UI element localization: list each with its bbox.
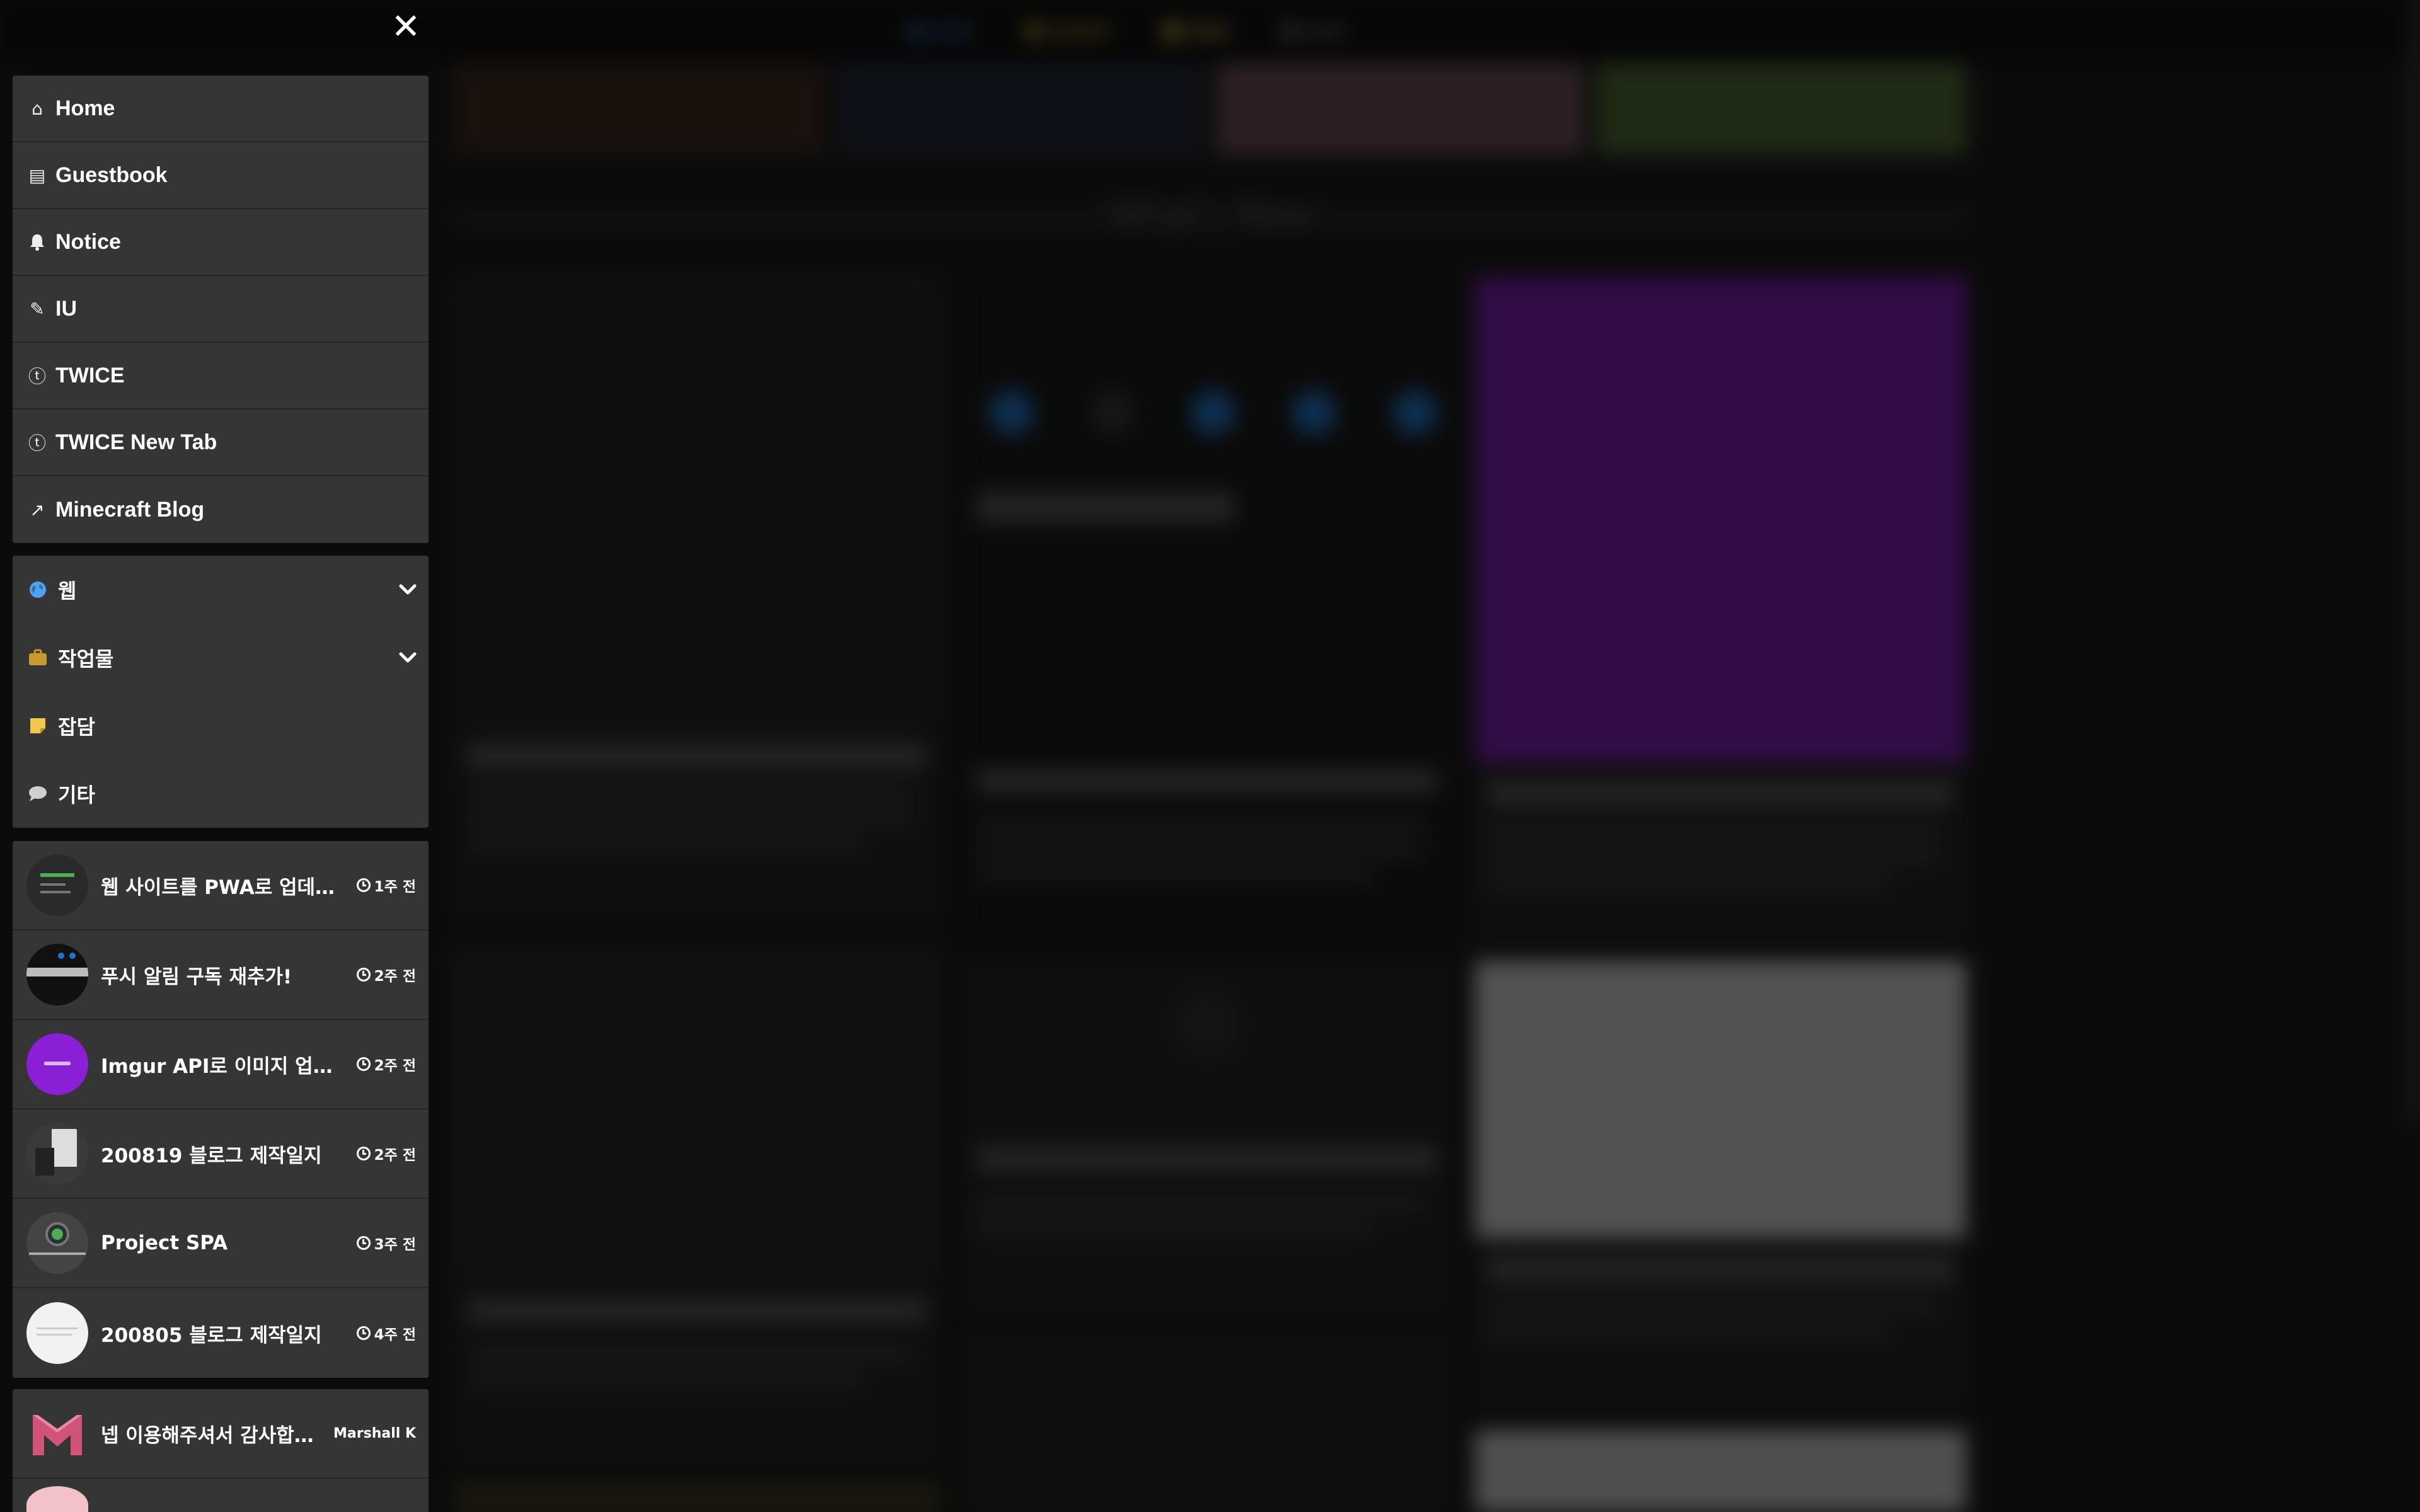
- post-title: 푸시 알림 구독 재추가!: [101, 965, 292, 988]
- category-label: 잡담: [58, 715, 95, 739]
- briefcase-icon: [26, 646, 49, 669]
- menu-item-twice[interactable]: ⓣ TWICE: [13, 343, 429, 410]
- post-time: 1주 전: [356, 874, 416, 896]
- post-title: Project SPA: [101, 1232, 228, 1254]
- menu-label: Guestbook: [55, 163, 168, 187]
- menu-item-home[interactable]: ⌂ Home: [13, 76, 429, 142]
- recent-post-item[interactable]: Project SPA 3주 전: [13, 1199, 429, 1288]
- clock-icon: [356, 1326, 371, 1340]
- clock-icon: [356, 1057, 371, 1071]
- recent-post-item[interactable]: Imgur API로 이미지 업로… 2주 전: [13, 1020, 429, 1109]
- post-thumbnail: [26, 1212, 88, 1274]
- post-time: 2주 전: [356, 964, 416, 985]
- category-item-etc[interactable]: 기타: [13, 760, 429, 828]
- post-title: 200805 블로그 제작일지: [101, 1324, 322, 1347]
- clock-icon: [356, 878, 371, 892]
- post-title: 200819 블로그 제작일지: [101, 1144, 322, 1167]
- post-title: 웹 사이트를 PWA로 업데…: [101, 876, 335, 899]
- page: ● ▬▬ ■ ▬▬▬ ■ ▬▬ ● ▬▬ What's New ✕ ⌂ Home…: [0, 0, 2420, 1512]
- post-time: 3주 전: [356, 1232, 416, 1254]
- menu-item-iu[interactable]: ✎ IU: [13, 276, 429, 343]
- clock-icon: [356, 1147, 371, 1160]
- post-time: 4주 전: [356, 1322, 416, 1344]
- sticky-note-icon: [26, 714, 49, 737]
- commenter-avatar: [26, 1486, 88, 1512]
- post-thumbnail: [26, 854, 88, 916]
- post-time: 2주 전: [356, 1053, 416, 1075]
- menu-item-guestbook[interactable]: ▤ Guestbook: [13, 142, 429, 209]
- recent-post-item[interactable]: 웹 사이트를 PWA로 업데… 1주 전: [13, 841, 429, 931]
- chevron-down-icon[interactable]: [398, 580, 417, 599]
- menu-item-notice[interactable]: Notice: [13, 209, 429, 276]
- feather-icon: ✎: [30, 298, 45, 319]
- menu-label: TWICE New Tab: [55, 430, 217, 454]
- twice-logo-icon: ⓣ: [28, 433, 46, 454]
- recent-post-item[interactable]: 200805 블로그 제작일지 4주 전: [13, 1288, 429, 1378]
- menu-item-minecraft-blog[interactable]: ↗ Minecraft Blog: [13, 476, 429, 543]
- recent-comment-item[interactable]: [13, 1479, 429, 1512]
- close-sidebar-button[interactable]: ✕: [388, 9, 424, 45]
- recent-post-item[interactable]: 푸시 알림 구독 재추가! 2주 전: [13, 931, 429, 1020]
- category-item-web[interactable]: 웹: [13, 556, 429, 624]
- recent-comment-item[interactable]: 넵 이용해주셔서 감사합… Marshall K: [13, 1389, 429, 1479]
- post-thumbnail: [26, 1302, 88, 1364]
- menu-label: Home: [55, 96, 115, 120]
- recent-posts: 웹 사이트를 PWA로 업데… 1주 전 푸시 알림 구독 재추가! 2주 전 …: [13, 841, 429, 1378]
- category-label: 웹: [58, 579, 77, 603]
- comment-icon: [26, 782, 49, 805]
- post-title: Imgur API로 이미지 업로…: [101, 1055, 347, 1078]
- category-item-chat[interactable]: 잡담: [13, 692, 429, 760]
- close-icon: ✕: [391, 6, 421, 47]
- menu-item-twice-new-tab[interactable]: ⓣ TWICE New Tab: [13, 410, 429, 476]
- recent-post-item[interactable]: 200819 블로그 제작일지 2주 전: [13, 1109, 429, 1199]
- category-label: 기타: [58, 783, 95, 807]
- sidebar-drawer: ✕ ⌂ Home ▤ Guestbook Notice ✎ IU ⓣ TWICE…: [0, 0, 441, 1512]
- globe-icon: [26, 578, 49, 601]
- home-icon: ⌂: [32, 98, 43, 119]
- comment-text: 넵 이용해주셔서 감사합…: [101, 1424, 314, 1447]
- post-thumbnail: [26, 1033, 88, 1095]
- chevron-down-icon[interactable]: [398, 648, 417, 667]
- clock-icon: [356, 968, 371, 982]
- recent-comments: 넵 이용해주셔서 감사합… Marshall K: [13, 1389, 429, 1512]
- menu-label: Minecraft Blog: [55, 497, 205, 522]
- external-link-icon: ↗: [30, 499, 45, 520]
- commenter-avatar: [26, 1402, 88, 1464]
- category-item-works[interactable]: 작업물: [13, 624, 429, 692]
- post-thumbnail: [26, 944, 88, 1005]
- menu-label: Notice: [55, 229, 121, 254]
- menu-label: TWICE: [55, 363, 125, 387]
- comment-author: Marshall K: [333, 1425, 416, 1441]
- twice-logo-icon: ⓣ: [28, 366, 46, 387]
- book-icon: ▤: [28, 164, 46, 186]
- nav-menu: ⌂ Home ▤ Guestbook Notice ✎ IU ⓣ TWICE ⓣ…: [13, 76, 429, 543]
- category-menu: 웹 작업물 잡담 기타: [13, 556, 429, 828]
- menu-label: IU: [55, 296, 77, 321]
- clock-icon: [356, 1236, 371, 1250]
- category-label: 작업물: [58, 647, 114, 671]
- post-time: 2주 전: [356, 1143, 416, 1164]
- bell-icon: [26, 231, 48, 253]
- post-thumbnail: [26, 1123, 88, 1184]
